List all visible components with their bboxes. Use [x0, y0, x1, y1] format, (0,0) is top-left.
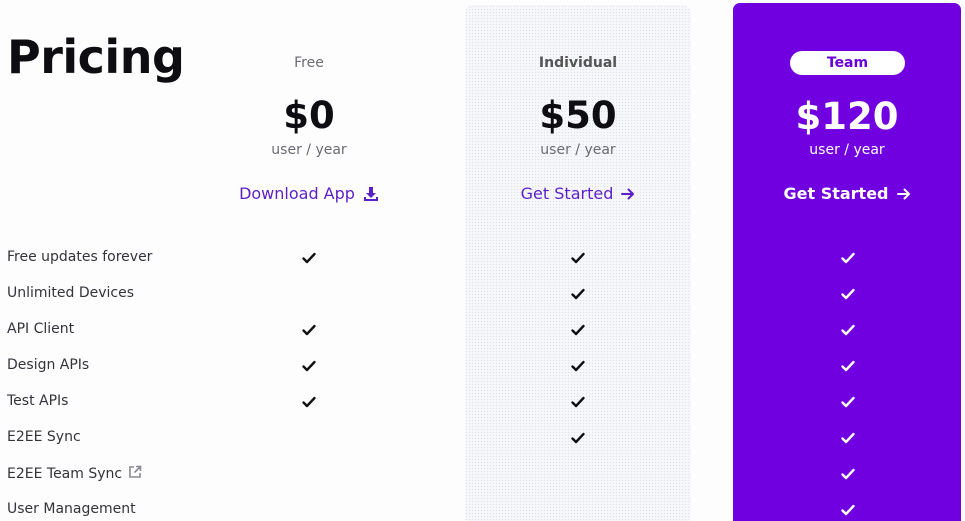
arrow-right-icon: [896, 187, 911, 201]
plan-name: Individual: [538, 55, 618, 71]
feature-label: E2EE Sync: [7, 429, 81, 445]
plan-name: Free: [294, 55, 324, 71]
check-icon: [840, 466, 856, 482]
check-icon: [840, 250, 856, 266]
plan-price: $120: [795, 95, 899, 138]
check-icon: [570, 394, 586, 410]
check-icon: [570, 286, 586, 302]
plan-period: user / year: [540, 142, 616, 158]
check-icon: [301, 394, 317, 410]
feature-label-text: Test APIs: [7, 393, 69, 409]
cta-label: Get Started: [783, 184, 889, 203]
page-title: Pricing: [7, 30, 185, 84]
feature-label-text: Unlimited Devices: [7, 285, 135, 301]
check-icon: [840, 502, 856, 518]
feature-label-text: E2EE Team Sync: [7, 466, 123, 482]
feature-label-text: API Client: [7, 321, 75, 337]
feature-label: User Management: [7, 501, 136, 517]
feature-label: Unlimited Devices: [7, 285, 134, 301]
feature-label: E2EE Team Sync: [7, 465, 142, 483]
feature-label-text: Free updates forever: [7, 249, 153, 265]
check-icon: [570, 358, 586, 374]
cta-label: Download App: [239, 184, 355, 203]
get-started-team-button[interactable]: Get Started: [733, 184, 961, 203]
check-icon: [840, 322, 856, 338]
feature-label: Design APIs: [7, 357, 89, 373]
check-icon: [570, 250, 586, 266]
plan-period: user / year: [271, 142, 347, 158]
check-icon: [840, 394, 856, 410]
check-icon: [570, 322, 586, 338]
check-icon: [840, 430, 856, 446]
arrow-right-icon: [621, 187, 635, 201]
check-icon: [301, 250, 317, 266]
plan-period: user / year: [809, 142, 885, 158]
cta-label: Get Started: [520, 184, 614, 203]
download-icon: [363, 186, 379, 202]
get-started-individual-button[interactable]: Get Started: [465, 184, 691, 203]
check-icon: [840, 286, 856, 302]
check-icon: [840, 358, 856, 374]
check-icon: [570, 430, 586, 446]
feature-label: Test APIs: [7, 393, 68, 409]
plan-name-badge: Team: [790, 51, 905, 75]
feature-label: Free updates forever: [7, 249, 152, 265]
check-icon: [301, 322, 317, 338]
feature-label-text: E2EE Sync: [7, 429, 81, 445]
check-icon: [301, 358, 317, 374]
feature-label-text: User Management: [7, 501, 136, 517]
plan-price: $50: [539, 94, 617, 137]
feature-label-text: Design APIs: [7, 357, 90, 373]
plan-price: $0: [283, 94, 335, 137]
external-link-icon[interactable]: [128, 465, 142, 483]
download-app-button[interactable]: Download App: [174, 184, 444, 203]
feature-label: API Client: [7, 321, 74, 337]
